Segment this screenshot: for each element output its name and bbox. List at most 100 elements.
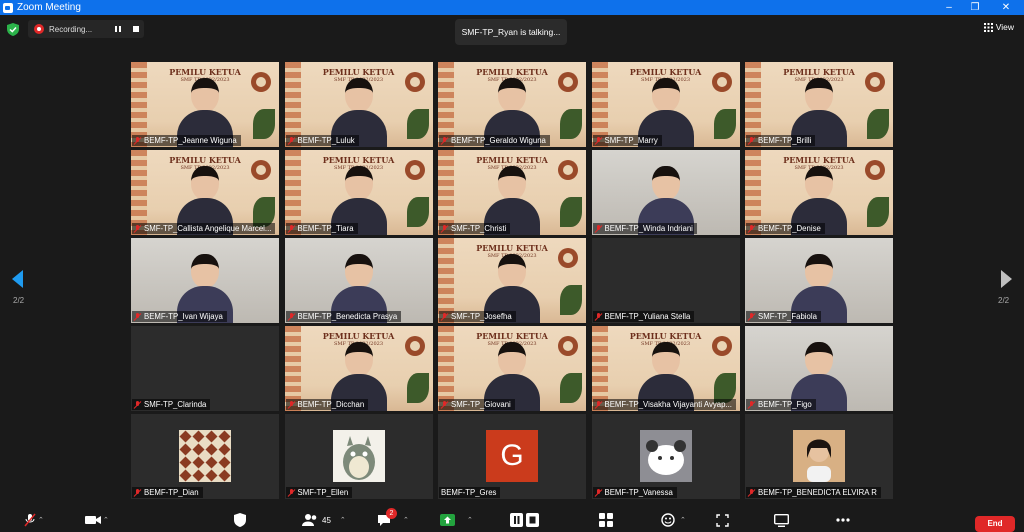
view-button[interactable]: View — [983, 22, 1014, 32]
participant-name: BEMF-TP_BENEDICTA ELVIRA R — [758, 488, 877, 497]
share-screen-button[interactable]: ⌃ — [440, 512, 473, 528]
security-button[interactable] — [234, 512, 246, 528]
participant-name: BEMF-TP_Visakha Vijayanti Avyap... — [604, 400, 732, 409]
avatar-letter: G — [486, 430, 538, 482]
security-shield-icon[interactable] — [7, 23, 19, 36]
mic-muted-icon — [24, 513, 36, 527]
chevron-up-icon[interactable]: ⌃ — [403, 516, 409, 524]
profile-picture — [639, 430, 692, 482]
restore-icon[interactable]: ❐ — [963, 0, 987, 15]
participant-tile[interactable]: SMF-TP_Fabiola — [745, 238, 893, 323]
whiteboard-button[interactable] — [774, 512, 789, 528]
participants-icon — [302, 514, 317, 526]
participant-tile[interactable]: BEMF-TP_Benedicta Prasya — [284, 238, 433, 323]
participant-tile[interactable]: BEMF-TP_Winda Indriani — [591, 150, 740, 235]
participant-tile[interactable]: SMF-TP_Ellen — [284, 414, 433, 499]
next-page-arrow-icon[interactable] — [1000, 270, 1012, 288]
participant-tile[interactable]: PEMILU KETUASMF TP 2022/2023BEMF-TP_Jean… — [131, 62, 279, 147]
participant-name-tag: BEMF-TP_Yuliana Stella — [592, 311, 695, 322]
participant-name: BEMF-TP_Tiara — [297, 224, 354, 233]
mic-muted-icon — [441, 136, 448, 145]
pause-recording-icon[interactable] — [114, 25, 122, 33]
focus-mode-button[interactable] — [716, 512, 729, 528]
mic-muted-icon — [595, 136, 602, 145]
participant-tile[interactable]: PEMILU KETUASMF TP 2022/2023BEMF-TP_Dicc… — [284, 326, 433, 411]
mic-muted-icon — [595, 400, 602, 409]
participant-name-tag: BEMF-TP_Denise — [746, 223, 825, 234]
apps-button[interactable] — [599, 512, 613, 528]
participant-tile[interactable]: BEMF-TP_Figo — [745, 326, 893, 411]
focus-frame-icon — [716, 513, 729, 527]
mic-muted-icon — [748, 312, 755, 321]
participant-name: BEMF-TP_Luluk — [297, 136, 355, 145]
leaf-icon — [406, 197, 429, 227]
mic-muted-icon — [288, 224, 295, 233]
poster-title: PEMILU KETUA — [629, 67, 702, 77]
leaf-icon — [406, 109, 429, 139]
mic-muted-icon — [441, 224, 448, 233]
participant-tile[interactable]: PEMILU KETUASMF TP 2022/2023SMF-TP_Josef… — [438, 238, 586, 323]
participant-tile[interactable]: G BEMF-TP_Gres — [438, 414, 586, 499]
participant-tile[interactable]: PEMILU KETUASMF TP 2022/2023BEMF-TP_Deni… — [745, 150, 893, 235]
participant-tile[interactable]: BEMF-TP_Dian — [131, 414, 279, 499]
pause-share-button[interactable] — [510, 512, 540, 528]
minimize-icon[interactable]: – — [937, 0, 961, 15]
participant-tile[interactable]: PEMILU KETUASMF TP 2022/2023BEMF-TP_Visa… — [591, 326, 740, 411]
poster-title: PEMILU KETUA — [169, 155, 241, 165]
stop-recording-icon[interactable] — [132, 25, 140, 33]
chevron-up-icon[interactable]: ⌃ — [38, 516, 44, 524]
participant-name: BEMF-TP_Ivan Wijaya — [144, 312, 223, 321]
participant-tile[interactable]: PEMILU KETUASMF TP 2022/2023SMF-TP_Chris… — [438, 150, 586, 235]
reactions-button[interactable]: ⌃ — [661, 512, 686, 528]
participant-tile[interactable]: PEMILU KETUASMF TP 2022/2023SMF-TP_Marry — [591, 62, 740, 147]
poster-badge-icon — [711, 72, 732, 92]
poster-badge-icon — [558, 72, 578, 92]
chevron-up-icon[interactable]: ⌃ — [340, 516, 346, 524]
participant-tile[interactable]: BEMF-TP_Ivan Wijaya — [131, 238, 279, 323]
poster-badge-icon — [251, 72, 271, 92]
pause-stop-icon — [510, 513, 539, 527]
chevron-up-icon[interactable]: ⌃ — [103, 516, 109, 524]
recording-label: Recording... — [49, 24, 93, 34]
poster-title: PEMILU KETUA — [783, 67, 855, 77]
mic-muted-icon — [748, 224, 755, 233]
poster-title: PEMILU KETUA — [476, 331, 548, 341]
participant-name: SMF-TP_Callista Angelique Marcel... — [144, 224, 272, 233]
profile-picture — [179, 430, 231, 482]
start-video-button[interactable]: ⌃ — [85, 512, 109, 528]
participant-tile[interactable]: PEMILU KETUASMF TP 2022/2023BEMF-TP_Lulu… — [284, 62, 433, 147]
participants-button[interactable]: 45 ⌃ — [302, 512, 346, 528]
close-icon[interactable]: ✕ — [994, 0, 1018, 15]
poster-title: PEMILU KETUA — [476, 243, 548, 253]
participant-name: SMF-TP_Ellen — [297, 488, 349, 497]
participant-tile[interactable]: BEMF-TP_BENEDICTA ELVIRA R — [745, 414, 893, 499]
recording-indicator[interactable]: Recording... — [28, 20, 144, 38]
apps-grid-icon — [599, 513, 613, 527]
chevron-up-icon[interactable]: ⌃ — [467, 516, 473, 524]
poster-badge-icon — [251, 160, 271, 180]
participant-tile[interactable]: PEMILU KETUASMF TP 2022/2023SMF-TP_Giova… — [438, 326, 586, 411]
more-button[interactable] — [836, 512, 850, 528]
participant-name: BEMF-TP_Winda Indriani — [604, 224, 693, 233]
leaf-icon — [560, 373, 582, 403]
mic-muted-icon — [595, 488, 602, 497]
participant-tile[interactable]: PEMILU KETUASMF TP 2022/2023BEMF-TP_Gera… — [438, 62, 586, 147]
grid-view-icon — [983, 22, 993, 32]
security-icon — [234, 513, 246, 527]
participant-name: BEMF-TP_Gres — [441, 488, 497, 497]
mic-muted-icon — [134, 224, 141, 233]
mic-muted-icon — [134, 136, 141, 145]
participant-tile[interactable]: PEMILU KETUASMF TP 2022/2023BEMF-TP_Bril… — [745, 62, 893, 147]
chevron-up-icon[interactable]: ⌃ — [680, 516, 686, 524]
participant-name-tag: SMF-TP_Clarinda — [132, 399, 211, 410]
participant-tile[interactable]: BEMF-TP_Vanessa — [591, 414, 740, 499]
unmute-button[interactable]: ⌃ — [24, 512, 44, 528]
participant-name-tag: SMF-TP_Giovani — [439, 399, 515, 410]
participant-tile[interactable]: BEMF-TP_Yuliana Stella — [591, 238, 740, 323]
participant-tile[interactable]: PEMILU KETUASMF TP 2022/2023BEMF-TP_Tiar… — [284, 150, 433, 235]
end-meeting-button[interactable]: End — [975, 516, 1015, 532]
participant-tile[interactable]: PEMILU KETUASMF TP 2022/2023SMF-TP_Calli… — [131, 150, 279, 235]
poster-badge-icon — [404, 336, 425, 356]
prev-page-arrow-icon[interactable] — [12, 270, 24, 288]
participant-tile[interactable]: SMF-TP_Clarinda — [131, 326, 279, 411]
